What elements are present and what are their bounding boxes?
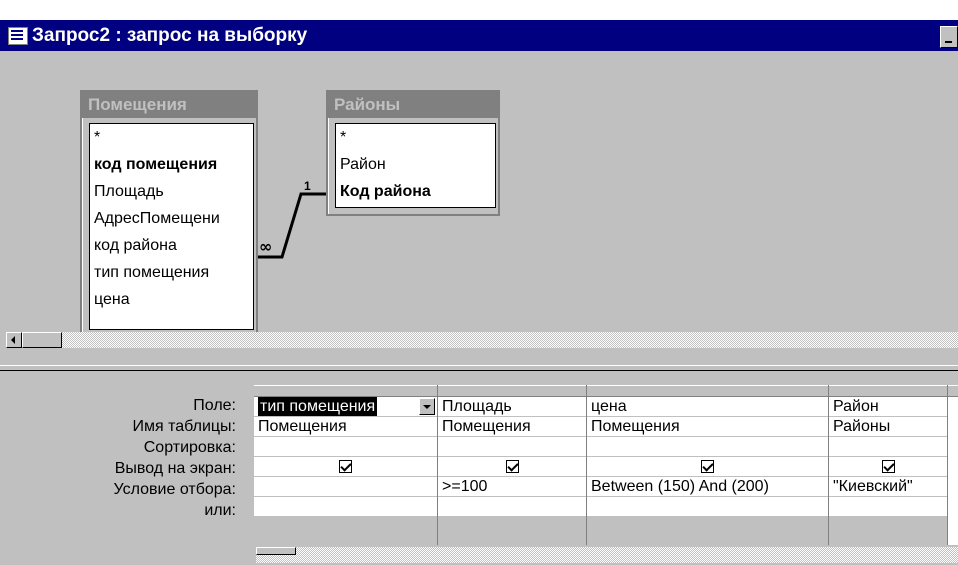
grid-column[interactable]: тип помещения Помещения	[254, 385, 438, 545]
grid-column[interactable]: Площадь Помещения >=100	[438, 385, 587, 545]
field-list[interactable]: * код помещения Площадь АдресПомещени ко…	[89, 123, 254, 330]
or-cell[interactable]	[438, 497, 586, 517]
field-list[interactable]: * Район Код района	[335, 123, 496, 208]
table-pane-scrollbar[interactable]	[6, 332, 958, 348]
or-cell[interactable]	[587, 497, 828, 517]
sort-cell[interactable]	[254, 437, 437, 457]
criteria-cell[interactable]: "Киевский"	[829, 477, 947, 497]
table-pane[interactable]: Помещения * код помещения Площадь АдресП…	[0, 51, 958, 343]
show-cell[interactable]	[254, 457, 437, 477]
column-selector[interactable]	[587, 385, 828, 397]
title-bar[interactable]: Запрос2 : запрос на выборку	[0, 20, 958, 51]
arrow-left-icon	[11, 336, 15, 344]
sort-cell[interactable]	[587, 437, 828, 457]
field-item[interactable]: код района	[90, 232, 253, 259]
table-cell[interactable]: Районы	[829, 417, 947, 437]
show-checkbox[interactable]	[339, 460, 352, 474]
field-cell[interactable]: Площадь	[438, 397, 586, 417]
scroll-thumb[interactable]	[22, 332, 62, 348]
field-item[interactable]: тип помещения	[90, 259, 253, 286]
criteria-cell[interactable]: Between (150) And (200)	[587, 477, 828, 497]
table-title[interactable]: Районы	[328, 92, 498, 118]
grid-column[interactable]: цена Помещения Between (150) And (200)	[587, 385, 829, 545]
dropdown-arrow-icon[interactable]	[419, 398, 435, 415]
show-checkbox[interactable]	[505, 460, 519, 474]
table-cell[interactable]: Помещения	[254, 417, 437, 437]
relationship-many-label: ∞	[259, 237, 272, 256]
or-cell[interactable]	[254, 497, 437, 517]
window-title: Запрос2 : запрос на выборку	[32, 24, 308, 46]
field-item[interactable]: АдресПомещени	[90, 205, 253, 232]
minimize-button[interactable]	[940, 26, 958, 48]
row-label-sort: Сортировка:	[143, 439, 236, 456]
criteria-cell[interactable]	[254, 477, 437, 497]
grid-column[interactable]: Район Районы "Киевский"	[829, 385, 948, 545]
design-grid-pane[interactable]: Поле: Имя таблицы: Сортировка: Вывод на …	[0, 371, 958, 565]
row-label-field: Поле:	[193, 397, 236, 414]
row-label-table: Имя таблицы:	[132, 418, 236, 435]
show-cell[interactable]	[438, 457, 586, 477]
column-selector[interactable]	[438, 385, 586, 397]
column-selector[interactable]	[829, 385, 947, 397]
field-item[interactable]: Район	[336, 151, 495, 178]
show-checkbox[interactable]	[881, 460, 895, 474]
or-cell[interactable]	[829, 497, 947, 517]
field-item[interactable]: цена	[90, 286, 253, 313]
field-cell[interactable]: Район	[829, 397, 947, 417]
show-cell[interactable]	[587, 457, 828, 477]
show-cell[interactable]	[829, 457, 947, 477]
relationship-one-label: 1	[304, 179, 311, 193]
table-title[interactable]: Помещения	[82, 92, 256, 118]
field-item[interactable]: Площадь	[90, 178, 253, 205]
grid-scroll-thumb[interactable]	[256, 547, 296, 555]
field-item[interactable]: *	[336, 124, 495, 151]
scroll-left-button[interactable]	[6, 332, 22, 348]
sort-cell[interactable]	[438, 437, 586, 457]
column-selector[interactable]	[254, 385, 437, 397]
query-design-grid[interactable]: тип помещения Помещения Площадь Помещени…	[254, 385, 958, 545]
grid-scrollbar[interactable]	[256, 547, 958, 563]
table-pomeshcheniya[interactable]: Помещения * код помещения Площадь АдресП…	[80, 90, 258, 338]
field-cell-value[interactable]: тип помещения	[258, 397, 378, 416]
row-label-criteria: Условие отбора:	[113, 481, 236, 498]
field-cell[interactable]: цена	[587, 397, 828, 417]
sort-cell[interactable]	[829, 437, 947, 457]
table-rayony[interactable]: Районы * Район Код района	[326, 90, 500, 216]
field-item-key[interactable]: код помещения	[90, 151, 253, 178]
grid-column-empty[interactable]	[948, 385, 958, 545]
query-datasheet-icon[interactable]	[8, 26, 28, 45]
table-cell[interactable]: Помещения	[438, 417, 586, 437]
table-cell[interactable]: Помещения	[587, 417, 828, 437]
field-item[interactable]: *	[90, 124, 253, 151]
field-cell[interactable]: тип помещения	[254, 397, 437, 417]
query-window: Запрос2 : запрос на выборку Помещения * …	[0, 20, 958, 565]
field-item-key[interactable]: Код района	[336, 178, 495, 205]
row-label-show: Вывод на экран:	[114, 460, 236, 477]
column-selector[interactable]	[948, 385, 958, 397]
criteria-cell[interactable]: >=100	[438, 477, 586, 497]
row-label-or: или:	[204, 502, 236, 519]
show-checkbox[interactable]	[701, 460, 714, 474]
